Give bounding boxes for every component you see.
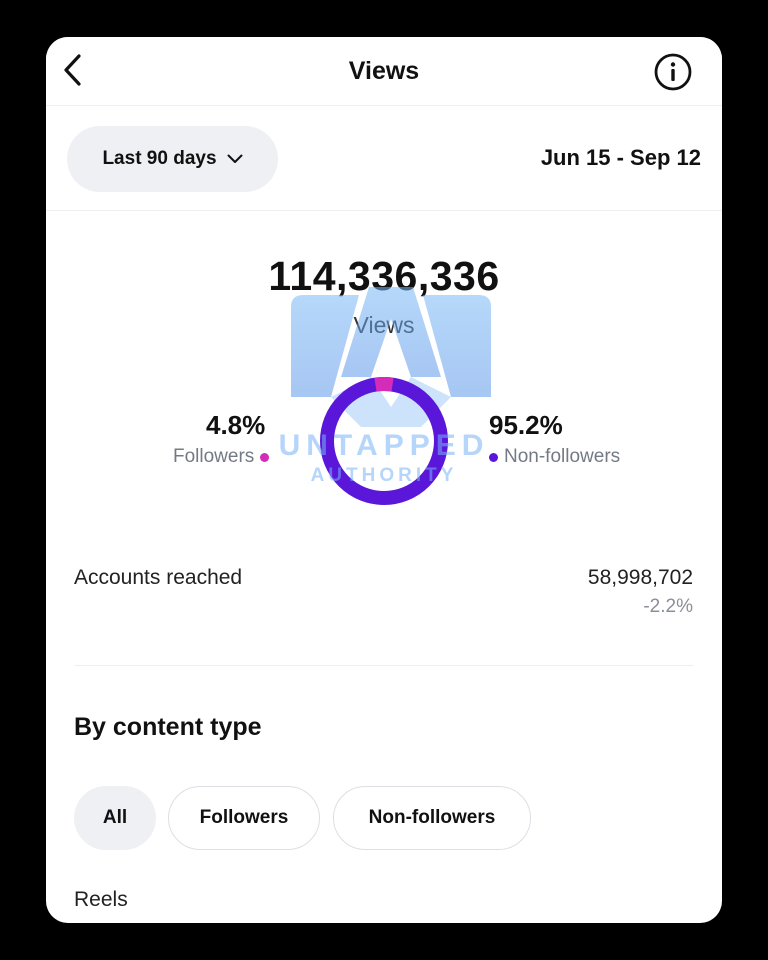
info-icon xyxy=(654,53,692,91)
accounts-divider xyxy=(74,665,694,666)
info-button[interactable] xyxy=(653,52,693,92)
range-divider xyxy=(46,210,722,211)
chip-non-followers[interactable]: Non-followers xyxy=(333,786,531,850)
accounts-reached-value: 58,998,702 xyxy=(587,566,693,589)
date-range-dropdown[interactable]: Last 90 days xyxy=(67,126,278,192)
top-bar: Views xyxy=(46,37,722,105)
reels-section-label: Reels xyxy=(74,888,128,911)
accounts-reached-label: Accounts reached xyxy=(74,566,243,589)
followers-arc xyxy=(374,377,394,392)
date-range-text: Jun 15 - Sep 12 xyxy=(540,145,701,170)
header-divider xyxy=(46,105,722,106)
chip-followers[interactable]: Followers xyxy=(168,786,320,850)
date-range-label: Last 90 days xyxy=(102,148,217,169)
chevron-down-icon xyxy=(227,154,243,163)
page-title: Views xyxy=(348,57,420,85)
accounts-reached-change: -2.2% xyxy=(643,596,693,617)
phone-screen: Views Last 90 days Jun 15 - Sep 12 114,3… xyxy=(46,37,722,923)
chip-all[interactable]: All xyxy=(74,786,156,850)
content-type-heading: By content type xyxy=(74,713,262,741)
watermark-line2: AUTHORITY xyxy=(310,465,458,486)
watermark-text: UNTAPPED AUTHORITY xyxy=(46,429,722,487)
watermark-line1: UNTAPPED xyxy=(278,429,490,462)
